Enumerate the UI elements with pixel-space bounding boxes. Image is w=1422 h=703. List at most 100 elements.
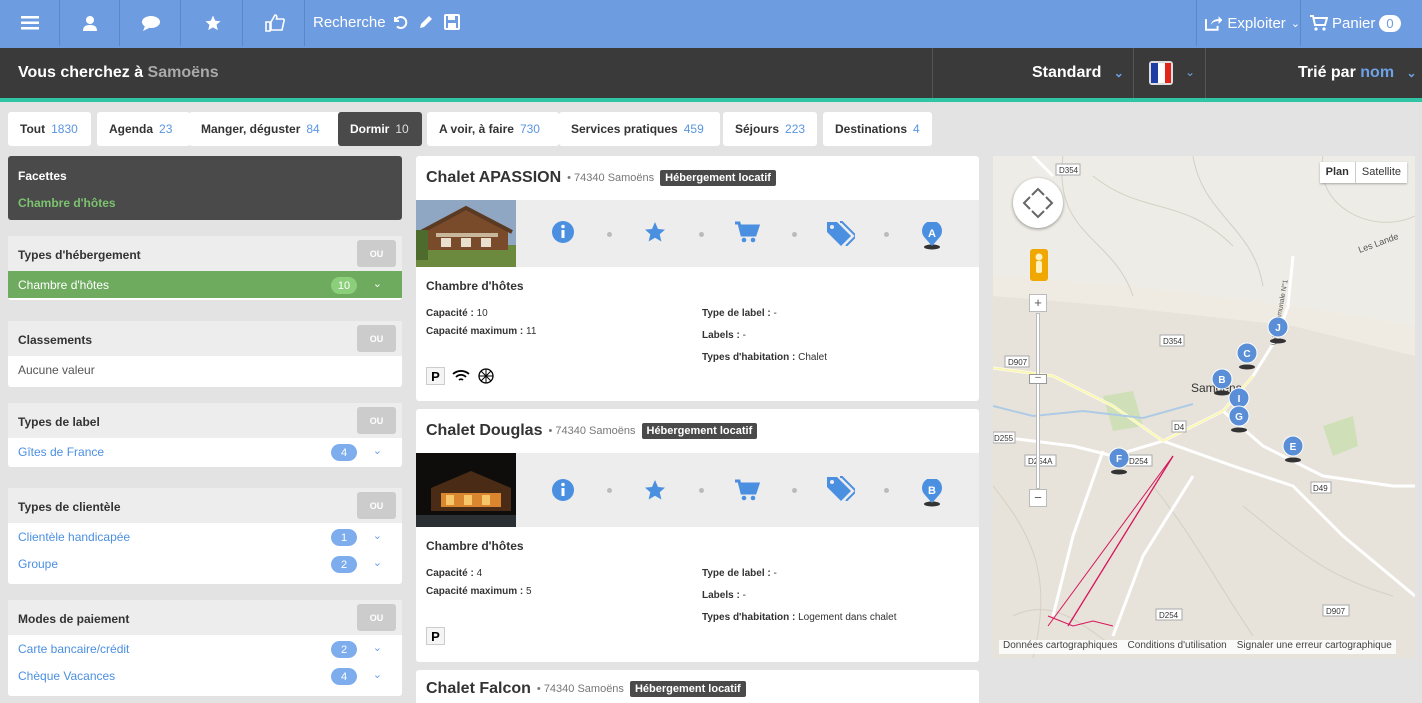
cart-icon[interactable]	[734, 478, 760, 502]
count-badge: 2	[331, 556, 357, 573]
svg-text:D49: D49	[1313, 484, 1328, 493]
field-key: Capacité :	[426, 308, 474, 319]
chevron-down-icon[interactable]: ⌄	[373, 529, 382, 542]
exploiter-label: Exploiter	[1227, 14, 1286, 32]
thumbs-up-icon	[264, 14, 285, 32]
separator-dot	[699, 232, 704, 237]
tab-dormir[interactable]: Dormir 10	[338, 112, 422, 146]
active-facet-chip[interactable]: Chambre d'hôtes	[18, 196, 392, 210]
filter-item-carte-bancaire[interactable]: Carte bancaire/crédit 2 ⌄	[8, 635, 402, 662]
tab-label: Tout	[20, 122, 46, 136]
info-icon[interactable]	[551, 220, 575, 244]
accessibility-icon	[476, 367, 495, 385]
svg-text:E: E	[1290, 442, 1297, 453]
zoom-out-button[interactable]: −	[1029, 489, 1047, 507]
result-title[interactable]: Chalet APASSION	[426, 169, 561, 187]
menu-button[interactable]	[0, 0, 60, 46]
tab-sejours[interactable]: Séjours 223	[723, 112, 817, 146]
zoom-slider[interactable]	[1036, 313, 1040, 489]
filter-item-label: Groupe	[18, 556, 59, 571]
result-thumbnail[interactable]	[416, 453, 516, 527]
filter-item-chambre-hotes[interactable]: Chambre d'hôtes 10 ⌄	[8, 271, 402, 298]
filter-item-clientele-handicapee[interactable]: Clientèle handicapée 1 ⌄	[8, 523, 402, 550]
filter-item-gites-de-france[interactable]: Gîtes de France 4 ⌄	[8, 438, 402, 465]
sort-select[interactable]: Trié par nom ⌄	[1298, 64, 1417, 82]
result-title[interactable]: Chalet Douglas	[426, 422, 542, 440]
chevron-down-icon[interactable]: ⌄	[373, 641, 382, 654]
map-marker-icon[interactable]: A	[920, 222, 944, 250]
favorites-button[interactable]	[183, 0, 243, 46]
map-report-link[interactable]: Signaler une erreur cartographique	[1237, 640, 1392, 654]
result-card: Chalet Douglas • 74340 Samoëns Hébergeme…	[416, 409, 979, 662]
wifi-icon	[451, 367, 470, 385]
or-toggle-button[interactable]: OU	[357, 240, 396, 267]
star-icon[interactable]	[643, 220, 667, 244]
or-toggle-button[interactable]: OU	[357, 492, 396, 519]
language-select[interactable]: ⌄	[1149, 61, 1195, 88]
road-shield: D255	[993, 431, 1016, 444]
tab-services[interactable]: Services pratiques 459	[559, 112, 720, 146]
chevron-down-icon[interactable]: ⌄	[373, 277, 382, 290]
or-toggle-button[interactable]: OU	[357, 407, 396, 434]
tab-a-voir[interactable]: A voir, à faire 730	[427, 112, 559, 146]
road-shield: D354	[1055, 163, 1081, 176]
zoom-in-button[interactable]: +	[1029, 294, 1047, 312]
tab-count: 1830	[51, 122, 78, 136]
info-icon[interactable]	[551, 478, 575, 502]
tab-destinations[interactable]: Destinations 4	[823, 112, 932, 146]
map-type-satellite[interactable]: Satellite	[1354, 162, 1407, 183]
cart-button[interactable]: Panier 0	[1300, 0, 1422, 46]
map-type-plan[interactable]: Plan	[1320, 162, 1355, 183]
filter-item-cheque-vacances[interactable]: Chèque Vacances 4 ⌄	[8, 662, 402, 689]
chat-button[interactable]	[121, 0, 181, 46]
map-data-link[interactable]: Données cartographiques	[1003, 640, 1118, 654]
pan-control[interactable]	[1013, 178, 1063, 228]
undo-icon[interactable]	[392, 14, 408, 30]
or-toggle-button[interactable]: OU	[357, 325, 396, 352]
like-button[interactable]	[245, 0, 305, 46]
field-value: -	[773, 568, 777, 579]
count-badge: 4	[331, 444, 357, 461]
map-terms-link[interactable]: Conditions d'utilisation	[1128, 640, 1227, 654]
field-key: Capacité maximum :	[426, 586, 524, 597]
star-icon[interactable]	[643, 478, 667, 502]
chevron-down-icon[interactable]: ⌄	[373, 444, 382, 457]
parking-icon: P	[426, 627, 445, 645]
separator-dot	[699, 488, 704, 493]
tags-icon[interactable]	[825, 475, 855, 501]
chevron-down-icon[interactable]: ⌄	[373, 668, 382, 681]
tab-tout[interactable]: Tout 1830	[8, 112, 91, 146]
svg-text:D254A: D254A	[1028, 457, 1053, 466]
road-shield: D49	[1310, 481, 1332, 494]
chevron-down-icon[interactable]: ⌄	[373, 556, 382, 569]
separator-dot	[884, 232, 889, 237]
results-map[interactable]: Samoëns Les Lande Voie Communale N°1 D35…	[993, 156, 1415, 658]
pencil-icon[interactable]	[418, 14, 434, 30]
tab-count: 10	[395, 122, 409, 136]
tab-manger[interactable]: Manger, déguster 84	[189, 112, 341, 146]
exploiter-menu[interactable]: Exploiter ⌄	[1196, 0, 1300, 46]
zoom-slider-handle[interactable]: –	[1029, 373, 1047, 384]
marker-letter: A	[928, 228, 936, 240]
result-location: • 74340 Samoëns	[548, 425, 636, 437]
result-category: Chambre d'hôtes	[426, 279, 524, 293]
result-thumbnail[interactable]	[416, 200, 516, 267]
map-marker-icon[interactable]: B	[920, 479, 944, 507]
save-icon[interactable]	[444, 14, 460, 30]
street-view-pegman[interactable]	[1030, 249, 1048, 281]
account-button[interactable]	[60, 0, 120, 46]
map-footer: Données cartographiques Conditions d'uti…	[999, 640, 1396, 654]
search-label[interactable]: Recherche	[313, 14, 386, 31]
tab-agenda[interactable]: Agenda 23	[97, 112, 190, 146]
or-toggle-button[interactable]: OU	[357, 604, 396, 631]
result-title[interactable]: Chalet Falcon	[426, 680, 531, 698]
search-city[interactable]: Samoëns	[148, 64, 219, 81]
road-shield: D254A	[1024, 454, 1057, 467]
field-key: Labels :	[702, 330, 740, 341]
filter-item-groupe[interactable]: Groupe 2 ⌄	[8, 550, 402, 577]
view-mode-select[interactable]: Standard ⌄	[1032, 64, 1124, 82]
tab-label: Dormir	[350, 122, 390, 136]
tags-icon[interactable]	[825, 220, 855, 246]
map-canvas[interactable]: Samoëns Les Lande Voie Communale N°1 D35…	[993, 156, 1415, 658]
cart-icon[interactable]	[734, 220, 760, 244]
